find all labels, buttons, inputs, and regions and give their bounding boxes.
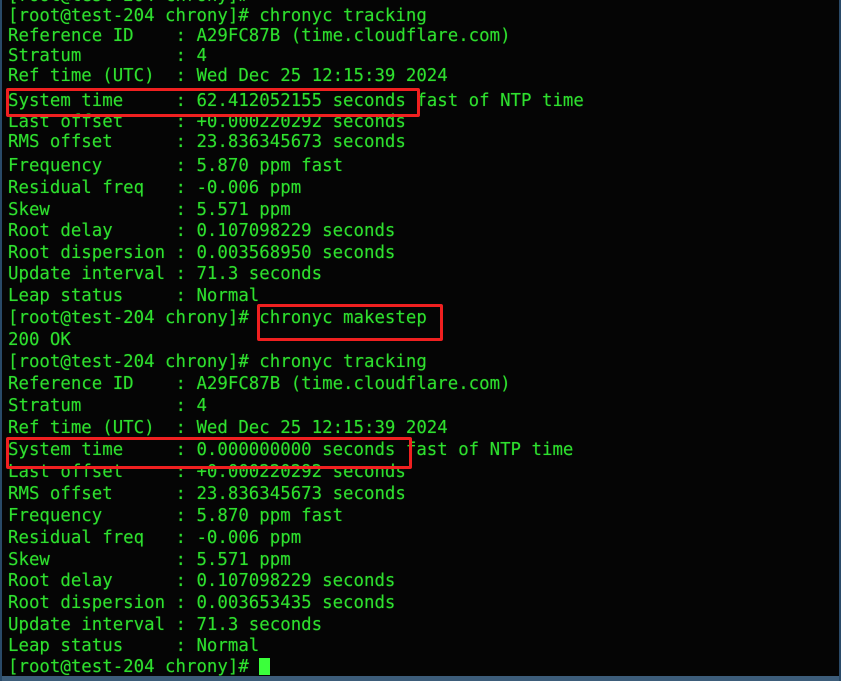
terminal-line: RMS offset : 23.836345673 seconds [8,484,406,504]
terminal-line: Frequency : 5.870 ppm fast [8,506,344,526]
terminal-line: Update interval : 71.3 seconds [8,264,323,284]
terminal-line: Last offset : +0.000220292 seconds [8,112,406,132]
terminal-line: RMS offset : 23.836345673 seconds [8,132,406,152]
terminal-line: Update interval : 71.3 seconds [8,615,323,635]
terminal-line: [root@test-204 chrony]# chronyc tracking [8,352,427,372]
terminal-line: Residual freq : -0.006 ppm [8,178,302,198]
terminal-line: Leap status : Normal [8,636,260,656]
terminal-line: Ref time (UTC) : Wed Dec 25 12:15:39 202… [8,66,448,86]
terminal-line: Root delay : 0.107098229 seconds [8,221,396,241]
terminal-line: System time : 62.412052155 seconds fast … [8,91,584,111]
window-bottom-bar [2,676,839,681]
terminal-line: Residual freq : -0.006 ppm [8,528,302,548]
terminal-line: Reference ID : A29FC87B (time.cloudflare… [8,374,511,394]
terminal-line: Root dispersion : 0.003568950 seconds [8,243,396,263]
terminal-line: Root dispersion : 0.003653435 seconds [8,593,396,613]
terminal-line: Skew : 5.571 ppm [8,550,291,570]
terminal-line: Ref time (UTC) : Wed Dec 25 12:15:39 202… [8,418,448,438]
terminal-line: Skew : 5.571 ppm [8,200,291,220]
terminal-line: Stratum : 4 [8,396,207,416]
terminal-line: [root@test-204 chrony]# chronyc tracking [8,6,427,26]
terminal-line: Leap status : Normal [8,286,260,306]
terminal-line: [root@test-204 chrony]# [8,657,270,677]
terminal-line: Frequency : 5.870 ppm fast [8,156,344,176]
terminal-line: [root@test-204 chrony]# chronyc makestep [8,308,427,328]
text-cursor [259,658,270,675]
terminal-line: Root delay : 0.107098229 seconds [8,571,396,591]
terminal-line: 200 OK [8,330,71,350]
terminal-line: Stratum : 4 [8,46,207,66]
terminal-line: Last offset : +0.000220292 seconds [8,462,406,482]
terminal-line: Reference ID : A29FC87B (time.cloudflare… [8,26,511,46]
terminal-window[interactable]: [root@test-204 chrony]# [root@test-204 ch… [0,0,841,681]
terminal-line: System time : 0.000000000 seconds fast o… [8,440,574,460]
